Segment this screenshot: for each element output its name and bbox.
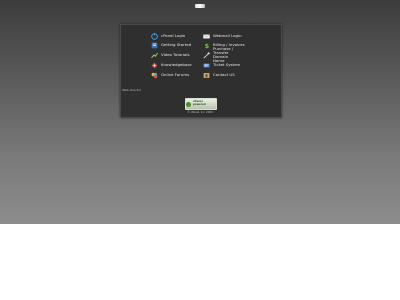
knowledgebase-link[interactable]: Knowledgebase [151,61,192,70]
powered-badge-text: cPanel powered [192,100,206,106]
video-tutorials-link[interactable]: Video Tutorials [151,51,189,60]
online-forums-label: Online Forums [161,72,190,78]
video-tutorials-icon [151,52,158,59]
contact-us-link[interactable]: Contact US [203,71,235,80]
cpanel-icon [151,33,158,40]
getting-started-label: Getting Started [161,42,192,48]
top-logo [195,4,205,8]
footer-note: Web director [122,88,142,92]
webmail-icon [203,33,210,40]
svg-text:$: $ [205,42,210,49]
contact-us-label: Contact US [213,72,235,78]
ticket-icon [203,62,210,69]
video-tutorials-label: Video Tutorials [161,52,190,58]
ticket-system-link[interactable]: Ticket System [203,61,240,70]
webmail-login-link[interactable]: Webmail Login [203,32,242,41]
cpanel-login-link[interactable]: cPanel Login [151,32,185,41]
getting-started-link[interactable]: Getting Started [151,41,191,50]
getting-started-icon [151,42,158,49]
purchase-transfer-domain-link[interactable]: Purchase / Transfer Domain Name [203,46,239,63]
domain-icon [203,51,210,59]
powered-by-badge[interactable]: cPanel powered [185,98,217,110]
online-forums-icon [151,72,158,79]
cpanel-badge-icon [186,101,191,107]
webmail-login-label: Webmail Login [213,33,242,39]
knowledgebase-icon [151,62,158,69]
copyright-text: © cPanel, Inc. 2009 [187,111,213,114]
ticket-system-label: Ticket System [213,62,241,68]
contact-icon [203,72,210,79]
cpanel-login-label: cPanel Login [161,33,186,39]
billing-icon: $ [203,42,210,49]
knowledgebase-label: Knowledgebase [161,62,192,68]
online-forums-link[interactable]: Online Forums [151,71,189,80]
